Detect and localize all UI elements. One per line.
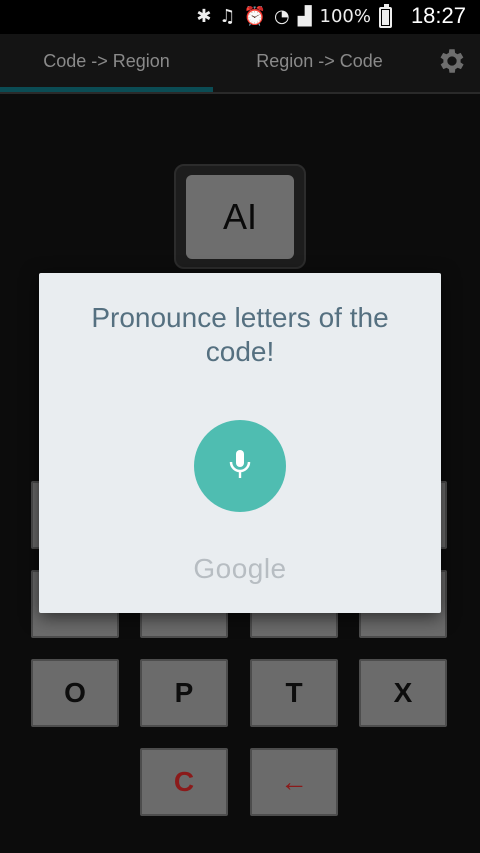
status-icons: ✱ ♫ ⏰ ◔ ▟ 100% [196,3,392,28]
battery-percent: 100% [319,6,371,27]
code-display: AI [186,175,294,259]
alarm-icon: ⏰ [243,6,266,27]
key-t[interactable]: T [250,659,338,727]
battery-icon [379,3,392,28]
mic-button[interactable] [194,420,286,512]
clear-button[interactable]: C [140,748,228,816]
tab-code-to-region[interactable]: Code -> Region [0,34,213,90]
key-x[interactable]: X [359,659,447,727]
mute-icon: ♫ [219,6,236,27]
key-o[interactable]: O [31,659,119,727]
wifi-icon: ◔ [273,6,290,27]
tab-bar: Code -> Region Region -> Code [0,34,480,94]
backspace-button[interactable]: ← [250,748,338,816]
status-bar: ✱ ♫ ⏰ ◔ ▟ 100% 18:27 [0,0,480,34]
signal-icon: ▟ [297,6,312,27]
key-p[interactable]: P [140,659,228,727]
google-logo: Google [193,553,287,584]
clock: 18:27 [410,3,466,28]
microphone-icon [229,450,251,478]
dialog-title: Pronounce letters of the code! [91,302,389,367]
bluetooth-icon: ✱ [196,6,212,27]
tab-region-to-code[interactable]: Region -> Code [213,34,426,90]
gear-icon[interactable] [436,45,468,77]
code-display-frame: AI [174,164,306,269]
voice-input-dialog: Pronounce letters of the code! Google [39,273,441,613]
